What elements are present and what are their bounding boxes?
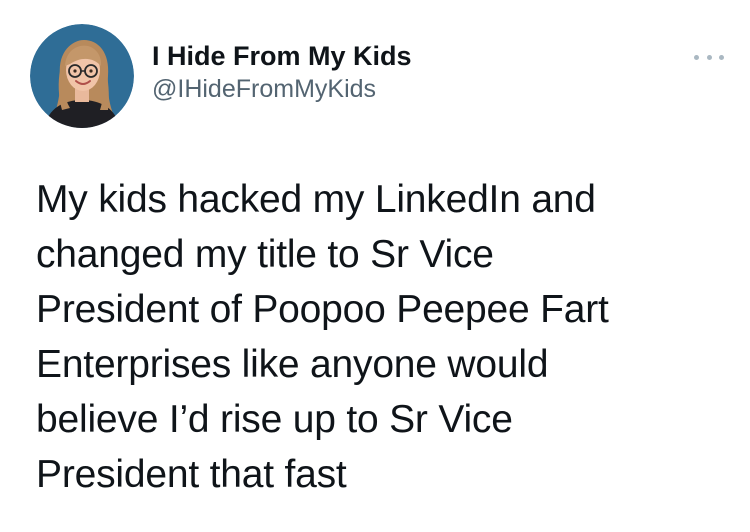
tweet-line: believe I’d rise up to Sr Vice (36, 398, 513, 441)
tweet-header: I Hide From My Kids @IHideFromMyKids (30, 24, 412, 128)
author-handle[interactable]: @IHideFromMyKids (152, 73, 412, 105)
more-dot-3 (719, 54, 724, 60)
tweet-card: I Hide From My Kids @IHideFromMyKids My … (0, 0, 750, 532)
more-options-icon[interactable] (694, 52, 724, 62)
avatar-illustration (30, 24, 134, 128)
tweet-line: President that fast (36, 453, 347, 496)
more-dot-1 (694, 54, 699, 60)
author-names: I Hide From My Kids @IHideFromMyKids (152, 39, 412, 105)
tweet-line: President of Poopoo Peepee Fart (36, 288, 609, 331)
tweet-line: My kids hacked my LinkedIn and (36, 178, 596, 221)
author-display-name[interactable]: I Hide From My Kids (152, 39, 412, 73)
tweet-line: Enterprises like anyone would (36, 343, 549, 386)
tweet-text: My kids hacked my LinkedIn and changed m… (36, 172, 716, 502)
avatar[interactable] (30, 24, 134, 128)
more-dot-2 (706, 54, 712, 60)
tweet-line: changed my title to Sr Vice (36, 233, 494, 276)
